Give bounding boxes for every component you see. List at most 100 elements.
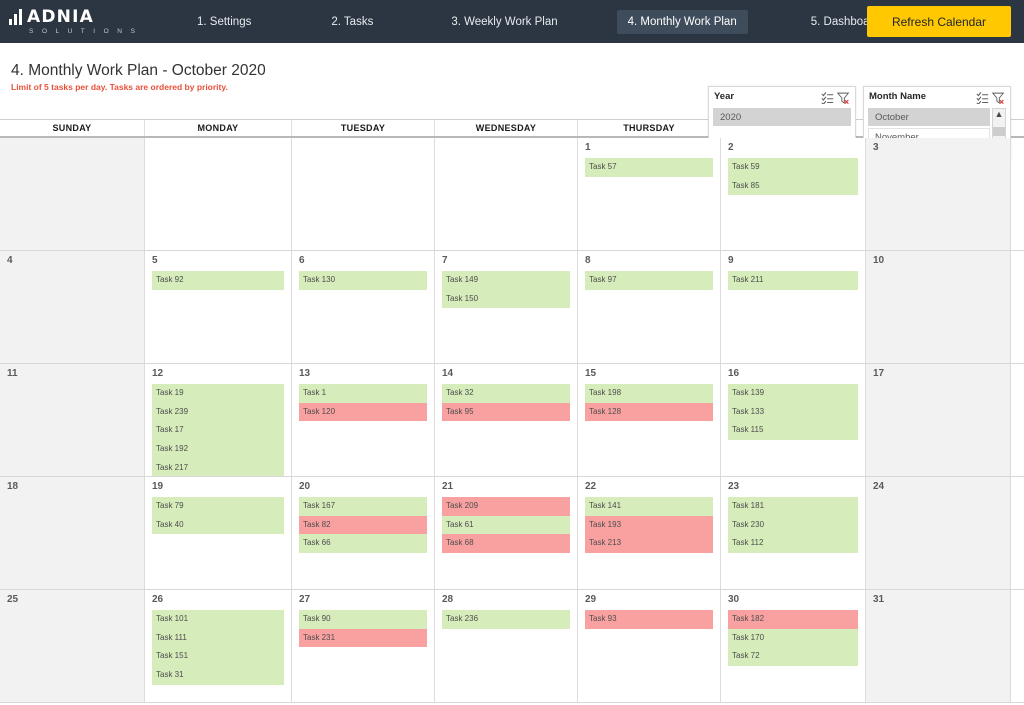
- calendar-day-cell-25[interactable]: 25: [0, 590, 145, 702]
- task-item[interactable]: Task 61: [442, 516, 570, 535]
- task-item[interactable]: Task 32: [442, 384, 570, 403]
- nav-item-weekly-work-plan[interactable]: 3. Weekly Work Plan: [440, 10, 568, 34]
- task-item[interactable]: Task 209: [442, 497, 570, 516]
- task-item[interactable]: Task 90: [299, 610, 427, 629]
- calendar-day-cell-16[interactable]: 16Task 139Task 133Task 115: [721, 364, 866, 476]
- task-item[interactable]: Task 92: [152, 271, 284, 290]
- calendar-row-tail: [1011, 590, 1024, 702]
- calendar-day-cell-5[interactable]: 5Task 92: [145, 251, 292, 363]
- task-item[interactable]: Task 59: [728, 158, 858, 177]
- task-item[interactable]: Task 193: [585, 516, 713, 535]
- calendar-day-cell-12[interactable]: 12Task 19Task 239Task 17Task 192Task 217: [145, 364, 292, 476]
- task-item[interactable]: Task 133: [728, 403, 858, 422]
- calendar-day-cell-empty[interactable]: [0, 138, 145, 250]
- calendar-day-cell-14[interactable]: 14Task 32Task 95: [435, 364, 578, 476]
- calendar-day-cell-empty[interactable]: [292, 138, 435, 250]
- task-item[interactable]: Task 239: [152, 403, 284, 422]
- clear-filter-icon[interactable]: [837, 91, 850, 103]
- task-item[interactable]: Task 213: [585, 534, 713, 553]
- multi-select-icon[interactable]: [976, 91, 989, 103]
- task-item[interactable]: Task 236: [442, 610, 570, 629]
- task-item[interactable]: Task 68: [442, 534, 570, 553]
- calendar-day-cell-9[interactable]: 9Task 211: [721, 251, 866, 363]
- task-item[interactable]: Task 31: [152, 666, 284, 685]
- multi-select-icon[interactable]: [821, 91, 834, 103]
- task-item[interactable]: Task 17: [152, 421, 284, 440]
- calendar-day-cell-11[interactable]: 11: [0, 364, 145, 476]
- calendar-day-cell-empty[interactable]: [435, 138, 578, 250]
- slicer-month-item-october[interactable]: October: [868, 108, 990, 126]
- task-item[interactable]: Task 149: [442, 271, 570, 290]
- scroll-up-icon[interactable]: ▲: [995, 109, 1004, 120]
- task-item[interactable]: Task 1: [299, 384, 427, 403]
- clear-filter-icon[interactable]: [992, 91, 1005, 103]
- calendar-day-cell-15[interactable]: 15Task 198Task 128: [578, 364, 721, 476]
- nav-item-settings[interactable]: 1. Settings: [186, 10, 262, 34]
- task-item[interactable]: Task 141: [585, 497, 713, 516]
- calendar-day-cell-22[interactable]: 22Task 141Task 193Task 213: [578, 477, 721, 589]
- calendar-day-cell-17[interactable]: 17: [866, 364, 1011, 476]
- calendar-day-cell-21[interactable]: 21Task 209Task 61Task 68: [435, 477, 578, 589]
- nav-item-tasks[interactable]: 2. Tasks: [320, 10, 384, 34]
- task-item[interactable]: Task 66: [299, 534, 427, 553]
- task-item[interactable]: Task 57: [585, 158, 713, 177]
- calendar-day-cell-1[interactable]: 1Task 57: [578, 138, 721, 250]
- calendar-day-cell-10[interactable]: 10: [866, 251, 1011, 363]
- scroll-thumb[interactable]: [993, 127, 1005, 136]
- task-item[interactable]: Task 97: [585, 271, 713, 290]
- task-item[interactable]: Task 170: [728, 629, 858, 648]
- task-item[interactable]: Task 101: [152, 610, 284, 629]
- calendar-day-cell-13[interactable]: 13 Task 1Task 120: [292, 364, 435, 476]
- task-list: Task 236: [442, 610, 570, 629]
- task-item[interactable]: Task 40: [152, 516, 284, 535]
- calendar-day-cell-3[interactable]: 3: [866, 138, 1011, 250]
- task-item[interactable]: Task 167: [299, 497, 427, 516]
- task-item[interactable]: Task 128: [585, 403, 713, 422]
- task-item[interactable]: Task 217: [152, 459, 284, 476]
- calendar-day-cell-27[interactable]: 27Task 90Task 231: [292, 590, 435, 702]
- task-item[interactable]: Task 130: [299, 271, 427, 290]
- nav-item-monthly-work-plan[interactable]: 4. Monthly Work Plan: [617, 10, 748, 34]
- task-item[interactable]: Task 93: [585, 610, 713, 629]
- calendar-day-cell-7[interactable]: 7Task 149Task 150: [435, 251, 578, 363]
- task-item[interactable]: Task 115: [728, 421, 858, 440]
- task-item[interactable]: Task 82: [299, 516, 427, 535]
- task-item[interactable]: Task 211: [728, 271, 858, 290]
- calendar-day-cell-24[interactable]: 24: [866, 477, 1011, 589]
- calendar-day-cell-6[interactable]: 6Task 130: [292, 251, 435, 363]
- task-item[interactable]: Task 120: [299, 403, 427, 422]
- task-item[interactable]: Task 111: [152, 629, 284, 648]
- task-item[interactable]: Task 112: [728, 534, 858, 553]
- calendar-day-cell-empty[interactable]: [145, 138, 292, 250]
- calendar-day-cell-8[interactable]: 8Task 97: [578, 251, 721, 363]
- task-item[interactable]: Task 95: [442, 403, 570, 422]
- calendar-day-cell-2[interactable]: 2Task 59Task 85: [721, 138, 866, 250]
- task-item[interactable]: Task 230: [728, 516, 858, 535]
- task-list: Task 19Task 239Task 17Task 192Task 217: [152, 384, 284, 476]
- calendar-day-cell-4[interactable]: 4: [0, 251, 145, 363]
- calendar-day-cell-26[interactable]: 26Task 101Task 111Task 151Task 31: [145, 590, 292, 702]
- task-item[interactable]: Task 231: [299, 629, 427, 648]
- task-item[interactable]: Task 72: [728, 647, 858, 666]
- calendar-day-cell-31[interactable]: 31: [866, 590, 1011, 702]
- slicer-year-item-2020[interactable]: 2020: [713, 108, 851, 126]
- task-item[interactable]: Task 150: [442, 290, 570, 309]
- calendar-day-cell-28[interactable]: 28Task 236: [435, 590, 578, 702]
- task-item[interactable]: Task 19: [152, 384, 284, 403]
- task-item[interactable]: Task 192: [152, 440, 284, 459]
- refresh-calendar-button[interactable]: Refresh Calendar: [867, 6, 1011, 37]
- task-item[interactable]: Task 139: [728, 384, 858, 403]
- calendar-day-cell-23[interactable]: 23Task 181Task 230Task 112: [721, 477, 866, 589]
- task-item[interactable]: Task 182: [728, 610, 858, 629]
- day-number: 13: [299, 368, 310, 379]
- calendar-day-cell-30[interactable]: 30Task 182Task 170Task 72: [721, 590, 866, 702]
- task-item[interactable]: Task 198: [585, 384, 713, 403]
- task-item[interactable]: Task 85: [728, 177, 858, 196]
- calendar-day-cell-18[interactable]: 18: [0, 477, 145, 589]
- calendar-day-cell-29[interactable]: 29Task 93: [578, 590, 721, 702]
- task-item[interactable]: Task 151: [152, 647, 284, 666]
- calendar-day-cell-20[interactable]: 20Task 167Task 82Task 66: [292, 477, 435, 589]
- task-item[interactable]: Task 79: [152, 497, 284, 516]
- calendar-day-cell-19[interactable]: 19Task 79Task 40: [145, 477, 292, 589]
- task-item[interactable]: Task 181: [728, 497, 858, 516]
